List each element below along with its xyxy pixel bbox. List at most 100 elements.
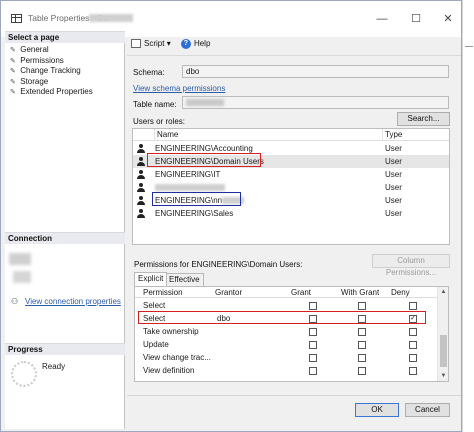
page-item-change-tracking[interactable]: ✎ Change Tracking — [10, 66, 93, 77]
column-header-with-grant[interactable]: With Grant — [341, 287, 379, 298]
permissions-grid-header: Permission Grantor Grant With Grant Deny — [135, 287, 448, 298]
deny-checkbox[interactable] — [409, 302, 417, 310]
column-header-name[interactable]: Name — [154, 129, 178, 141]
page-item-label: Permissions — [20, 55, 64, 65]
deny-checkbox[interactable] — [409, 354, 417, 362]
page-item-permissions[interactable]: ✎ Permissions — [10, 56, 93, 67]
select-page-header: Select a page — [5, 31, 125, 43]
blue-highlight-box — [152, 192, 241, 206]
left-pane: Select a page ✎ General ✎ Permissions ✎ … — [5, 31, 125, 429]
help-icon: ? — [180, 38, 191, 49]
permissions-grid: Permission Grantor Grant With Grant Deny… — [134, 286, 449, 382]
page-item-label: Change Tracking — [20, 66, 81, 75]
page-item-label: General — [20, 45, 49, 54]
user-icon — [137, 144, 145, 153]
permission-row[interactable]: View change trac... — [135, 352, 438, 364]
view-connection-properties[interactable]: ⚇ View connection properties — [11, 297, 121, 306]
background-divider — [465, 46, 473, 47]
page-item-label: Extended Properties — [20, 87, 93, 96]
column-header-grant[interactable]: Grant — [291, 287, 311, 298]
permission-row[interactable]: Update — [135, 339, 438, 351]
tab-effective[interactable]: Effective — [165, 273, 204, 286]
grant-checkbox[interactable] — [309, 367, 317, 375]
bottom-divider — [127, 395, 461, 396]
with-grant-checkbox[interactable] — [358, 354, 366, 362]
script-label: Script — [144, 39, 165, 48]
table-name-field[interactable] — [182, 96, 449, 109]
column-permissions-button[interactable]: Column Permissions... — [372, 254, 450, 277]
view-connection-properties-link[interactable]: View connection properties — [25, 297, 121, 306]
schema-field[interactable]: dbo — [182, 65, 449, 78]
cancel-button[interactable]: Cancel — [405, 403, 450, 417]
red-highlight-box — [147, 153, 261, 167]
help-label: Help — [193, 39, 211, 48]
user-icon — [137, 183, 145, 192]
deny-checkbox[interactable] — [409, 328, 417, 336]
user-icon — [137, 157, 145, 166]
progress-status: Ready — [42, 362, 66, 371]
grant-checkbox[interactable] — [309, 328, 317, 336]
grant-checkbox[interactable] — [309, 302, 317, 310]
view-schema-permissions-link[interactable]: View schema permissions — [133, 84, 225, 93]
redacted-server — [9, 253, 31, 265]
users-or-roles-list: Name Type ENGINEERING\Accounting User EN… — [132, 128, 450, 245]
redacted-login — [13, 271, 31, 283]
column-header-grantor[interactable]: Grantor — [215, 287, 242, 298]
with-grant-checkbox[interactable] — [358, 302, 366, 310]
page-item-label: Storage — [20, 76, 49, 86]
page-list: ✎ General ✎ Permissions ✎ Change Trackin… — [10, 45, 93, 98]
user-icon — [137, 209, 145, 218]
table-row[interactable]: ENGINEERING\Sales User — [133, 207, 449, 220]
grant-checkbox[interactable] — [309, 354, 317, 362]
help-button[interactable]: ? Help — [180, 37, 211, 51]
permission-row[interactable]: Take ownership — [135, 326, 438, 338]
progress-spinner-icon — [11, 361, 37, 387]
close-button[interactable]: ✕ — [439, 10, 457, 28]
scroll-thumb[interactable] — [440, 335, 447, 367]
table-name-label: Table name: — [133, 100, 177, 109]
ok-button[interactable]: OK — [355, 403, 399, 417]
red-highlight-box — [138, 311, 426, 324]
grant-checkbox[interactable] — [309, 341, 317, 349]
with-grant-checkbox[interactable] — [358, 341, 366, 349]
table-row[interactable]: ENGINEERING\IT User — [133, 168, 449, 181]
column-header-permission[interactable]: Permission — [143, 287, 183, 298]
with-grant-checkbox[interactable] — [358, 328, 366, 336]
toolbar-divider — [127, 55, 461, 56]
users-or-roles-label: Users or roles: — [133, 117, 186, 126]
with-grant-checkbox[interactable] — [358, 367, 366, 375]
column-header-deny[interactable]: Deny — [391, 287, 410, 298]
page-item-storage[interactable]: ✎ Storage — [10, 77, 93, 88]
script-dropdown-arrow-icon[interactable]: ▾ — [167, 39, 171, 48]
schema-label: Schema: — [133, 68, 165, 77]
deny-checkbox[interactable] — [409, 341, 417, 349]
search-button[interactable]: Search... — [397, 112, 450, 126]
script-button[interactable]: Script ▾ — [131, 37, 171, 51]
scroll-down-arrow-icon[interactable]: ▼ — [438, 371, 448, 381]
redacted-table-name — [89, 14, 133, 22]
permission-row[interactable]: View definition — [135, 365, 438, 377]
page-item-general[interactable]: ✎ General — [10, 45, 93, 56]
toolbar: Script ▾ ? Help — [131, 37, 218, 51]
deny-checkbox[interactable] — [409, 367, 417, 375]
wrench-icon: ✎ — [10, 68, 16, 75]
user-icon — [137, 196, 145, 205]
wrench-icon: ✎ — [10, 47, 16, 54]
table-icon — [11, 14, 22, 23]
permissions-for-label: Permissions for ENGINEERING\Domain Users… — [134, 260, 303, 269]
page-item-extended-properties[interactable]: ✎ Extended Properties — [10, 87, 93, 98]
maximize-button[interactable]: ☐ — [407, 10, 425, 28]
user-icon — [137, 170, 145, 179]
progress-header: Progress — [5, 343, 125, 355]
users-table-header: Name Type — [133, 129, 449, 141]
column-header-type[interactable]: Type — [382, 129, 402, 141]
background-window-edge — [462, 0, 474, 432]
minimize-button[interactable]: — — [373, 10, 391, 28]
connection-header: Connection — [5, 232, 125, 244]
tab-explicit[interactable]: Explicit — [134, 272, 168, 286]
permissions-scrollbar[interactable]: ▲ ▼ — [437, 287, 448, 381]
table-properties-dialog: Table Properties - Sal — ☐ ✕ Select a pa… — [0, 0, 462, 432]
redacted-table-name — [186, 99, 224, 107]
connection-icon: ⚇ — [11, 297, 19, 306]
scroll-up-arrow-icon[interactable]: ▲ — [438, 287, 448, 297]
